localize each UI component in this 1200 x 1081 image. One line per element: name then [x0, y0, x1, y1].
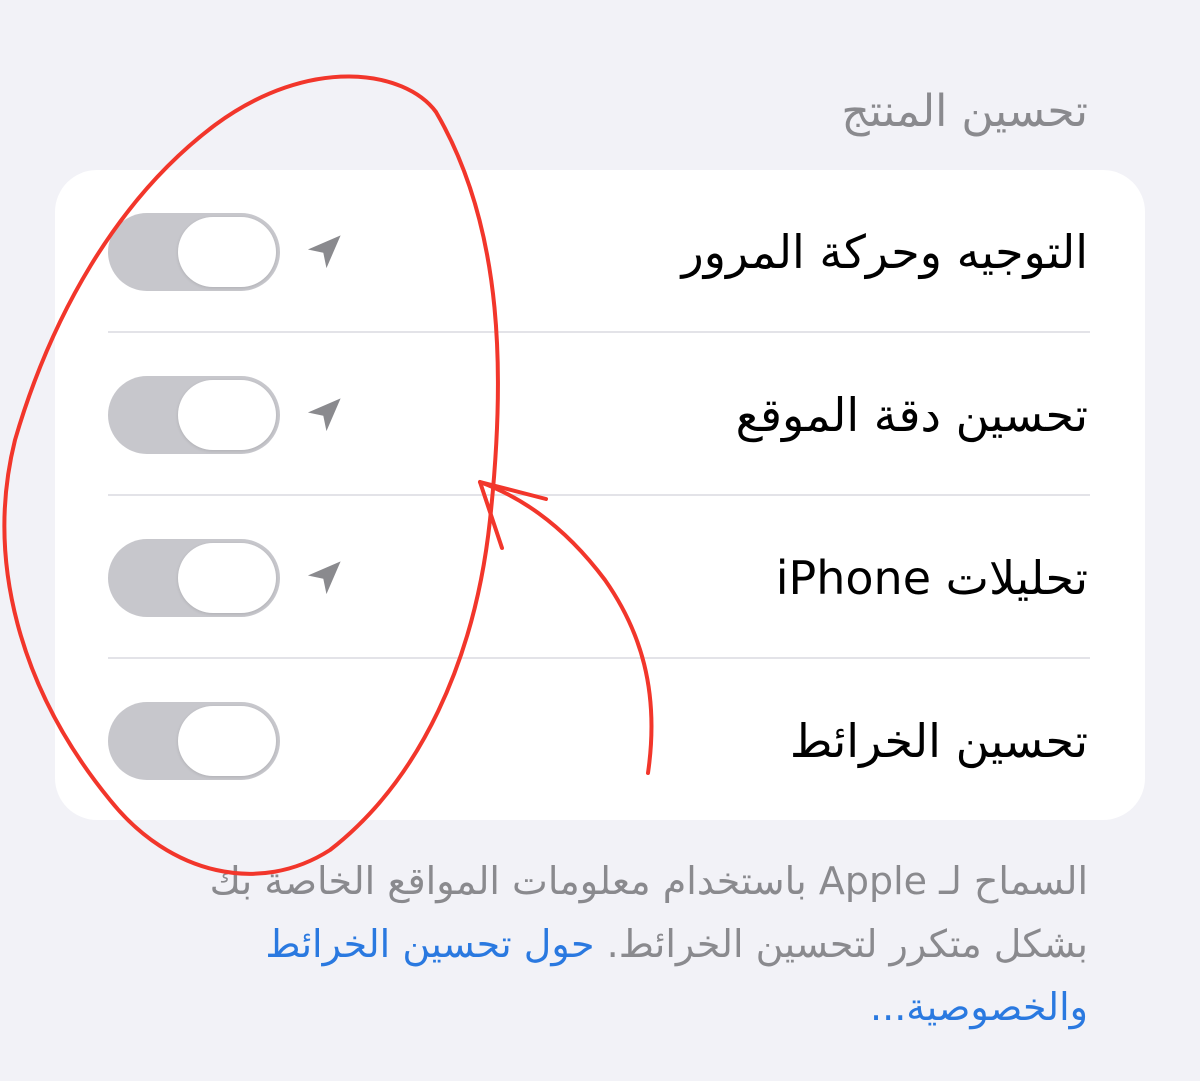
location-arrow-icon: [307, 560, 341, 594]
improve-maps-toggle[interactable]: [108, 701, 280, 780]
row-label: التوجيه وحركة المرور: [681, 224, 1088, 279]
location-accuracy-toggle[interactable]: [108, 375, 280, 454]
routing-traffic-toggle[interactable]: [108, 212, 280, 291]
toggle-knob: [178, 705, 276, 776]
row-location-accuracy: تحسين دقة الموقع: [55, 333, 1145, 496]
row-routing-traffic: التوجيه وحركة المرور: [55, 170, 1145, 333]
row-label: تحليلات iPhone: [775, 550, 1088, 605]
row-iphone-analytics: تحليلات iPhone: [55, 496, 1145, 659]
settings-card: التوجيه وحركة المرور تحسين دقة الموقع تح…: [55, 170, 1145, 820]
row-label: تحسين دقة الموقع: [735, 387, 1088, 442]
location-arrow-icon: [307, 397, 341, 431]
location-arrow-icon: [307, 234, 341, 268]
toggle-knob: [178, 216, 276, 287]
row-label: تحسين الخرائط: [789, 713, 1088, 768]
toggle-knob: [178, 542, 276, 613]
iphone-analytics-toggle[interactable]: [108, 538, 280, 617]
toggle-knob: [178, 379, 276, 450]
section-header: تحسين المنتج: [841, 86, 1088, 137]
row-improve-maps: تحسين الخرائط: [55, 659, 1145, 822]
footer-description: السماح لـ Apple باستخدام معلومات المواقع…: [108, 850, 1088, 1039]
